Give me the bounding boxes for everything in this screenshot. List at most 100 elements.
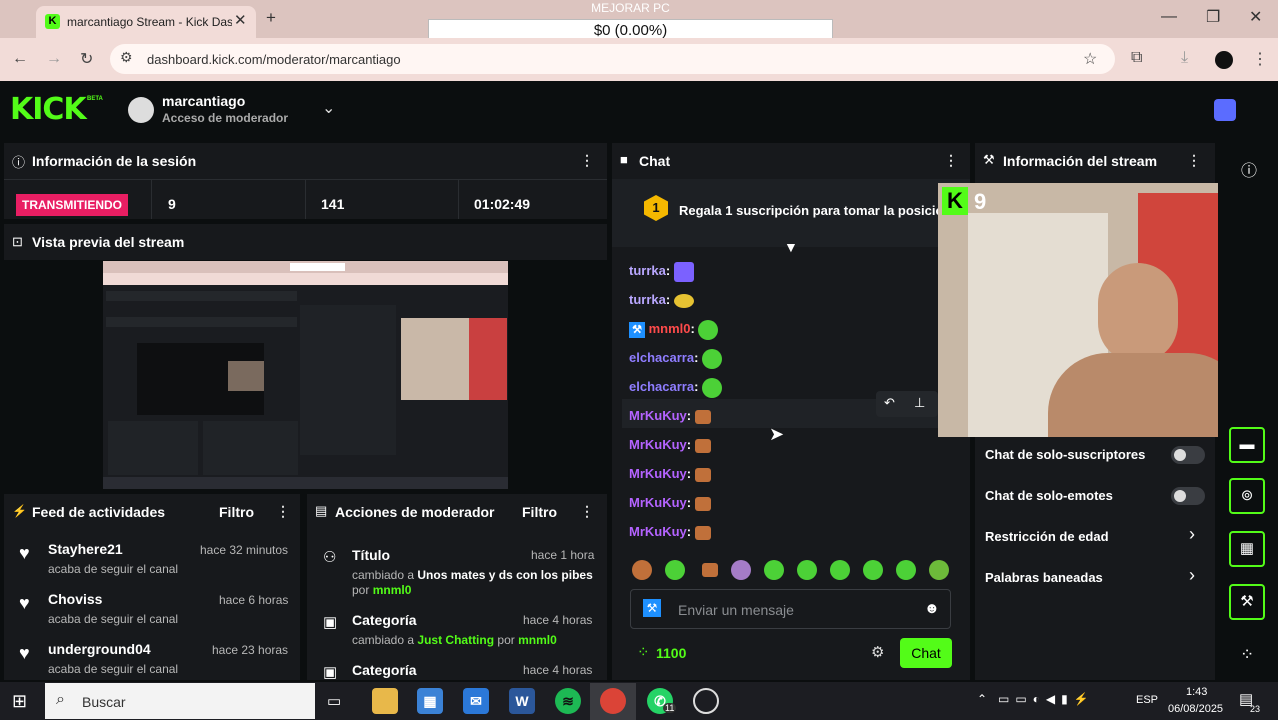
language-indicator[interactable]: ESP	[1136, 694, 1158, 706]
chat-icon[interactable]: ▬	[1229, 427, 1265, 463]
emoji-icon[interactable]: ☻	[924, 600, 940, 617]
info-icon[interactable]: ⓘ	[1241, 157, 1257, 181]
taskbar-search[interactable]: ⌕ Buscar	[45, 683, 315, 719]
reply-icon[interactable]: ↶	[884, 395, 895, 411]
settings-cluster-icon[interactable]: ⁘	[1240, 645, 1254, 665]
channel-points[interactable]: 1100	[656, 645, 686, 661]
windows-start-icon[interactable]: ⊞	[12, 691, 27, 712]
preview-icon: ⊡	[12, 234, 23, 249]
collapse-icon[interactable]: ▼	[784, 239, 798, 255]
emote-icon[interactable]	[702, 563, 718, 577]
chevron-down-icon[interactable]: ⌄	[322, 98, 335, 118]
clock-date[interactable]: 06/08/2025	[1168, 703, 1223, 715]
word-icon[interactable]: W	[509, 688, 535, 714]
mail-icon[interactable]: ✉	[463, 688, 489, 714]
chrome-icon[interactable]	[600, 688, 626, 714]
activity-list: ♥ Stayhere21 hace 32 minutos acaba de se…	[4, 530, 300, 680]
kebab-icon[interactable]: ⋮	[276, 503, 290, 520]
emote-icon[interactable]	[830, 560, 850, 580]
kebab-icon[interactable]: ⋮	[1187, 152, 1201, 169]
chat-username[interactable]: turrka	[629, 292, 666, 307]
emote-icon[interactable]	[863, 560, 883, 580]
pin-icon[interactable]: ⊥	[914, 395, 925, 411]
tray-icons[interactable]: ▭▭◐◀▮⚡	[998, 692, 1095, 706]
activity-user[interactable]: Stayhere21	[48, 541, 123, 557]
window-close-icon[interactable]: ✕	[1249, 7, 1262, 27]
browser-tab[interactable]: K marcantiago Stream - Kick Dash ✕	[36, 6, 256, 38]
chat-username[interactable]: MrKuKuy	[629, 408, 687, 423]
setting-row[interactable]: Restricción de edad ›	[975, 521, 1215, 555]
chat-username[interactable]: elchacarra	[629, 350, 694, 365]
emote-icon[interactable]	[665, 560, 685, 580]
setting-row[interactable]: Chat de solo-suscriptores	[975, 439, 1215, 473]
obs-icon[interactable]	[693, 688, 719, 714]
emote-icon	[702, 377, 723, 398]
chat-username[interactable]: MrKuKuy	[629, 495, 687, 510]
app-icon[interactable]	[1214, 99, 1236, 121]
file-explorer-icon[interactable]	[372, 688, 398, 714]
setting-row[interactable]: Chat de solo-emotes	[975, 480, 1215, 514]
bookmark-star-icon[interactable]: ☆	[1083, 49, 1097, 69]
subscribers-only-toggle[interactable]	[1171, 446, 1205, 464]
activity-user[interactable]: Choviss	[48, 591, 102, 607]
chat-username[interactable]: MrKuKuy	[629, 466, 687, 481]
setting-row[interactable]: Palabras baneadas ›	[975, 562, 1215, 596]
emote-icon	[698, 319, 719, 340]
emote-icon[interactable]	[764, 560, 784, 580]
filter-button[interactable]: Filtro	[219, 504, 254, 520]
heart-icon: ♥	[19, 593, 30, 613]
chevron-right-icon[interactable]: ›	[1189, 524, 1195, 545]
chat-username[interactable]: elchacarra	[629, 379, 694, 394]
broadcast-icon[interactable]: ⊚	[1229, 478, 1265, 514]
emote-icon	[694, 467, 711, 482]
new-tab-icon[interactable]: +	[266, 8, 276, 28]
reload-icon[interactable]: ↻	[80, 49, 93, 69]
avatar[interactable]	[128, 97, 154, 123]
store-icon[interactable]: ▦	[417, 688, 443, 714]
emote-icon[interactable]	[929, 560, 949, 580]
stream-preview-video[interactable]	[103, 261, 508, 489]
kebab-icon[interactable]: ⋮	[944, 152, 958, 169]
chat-username[interactable]: MrKuKuy	[629, 437, 687, 452]
emotes-only-toggle[interactable]	[1171, 487, 1205, 505]
tab-close-icon[interactable]: ✕	[234, 11, 247, 29]
activity-user[interactable]: underground04	[48, 641, 151, 657]
kick-logo[interactable]: KICK	[10, 95, 87, 125]
emote-icon[interactable]	[731, 560, 751, 580]
chrome-menu-icon[interactable]: ⋮	[1252, 49, 1268, 69]
wrench-icon[interactable]: ⚒	[1229, 584, 1265, 620]
extensions-icon[interactable]: ⧉	[1131, 49, 1142, 67]
chat-username[interactable]: MrKuKuy	[629, 524, 687, 539]
site-info-icon[interactable]: ⚙	[120, 49, 133, 66]
download-icon[interactable]: ⤓	[1181, 49, 1188, 67]
kebab-icon[interactable]: ⋮	[580, 152, 594, 169]
clock-time[interactable]: 1:43	[1186, 686, 1207, 698]
chat-input[interactable]: ⚒ Enviar un mensaje ☻	[630, 589, 951, 629]
pinned-gift-banner[interactable]: 1 Regala 1 suscripción para tomar la pos…	[612, 179, 970, 247]
dashboard-icon[interactable]: ▦	[1229, 531, 1265, 567]
kebab-icon[interactable]: ⋮	[580, 503, 594, 520]
filter-button[interactable]: Filtro	[522, 504, 557, 520]
minimize-icon[interactable]: —	[1161, 8, 1177, 26]
tray-chevron-icon[interactable]: ⌃	[977, 692, 987, 706]
address-bar[interactable]: ⚙ dashboard.kick.com/moderator/marcantia…	[110, 44, 1115, 74]
action-detail: cambiado a Just Chatting por mnml0	[352, 633, 557, 647]
action-user[interactable]: mnml0	[373, 583, 412, 597]
chat-username[interactable]: turrka	[629, 263, 666, 278]
gear-icon[interactable]: ⚙	[871, 643, 884, 661]
viewer-count: 9	[168, 196, 176, 212]
chat-username[interactable]: mnml0	[649, 321, 691, 336]
bolt-icon: ⚡	[12, 504, 27, 518]
chevron-right-icon[interactable]: ›	[1189, 565, 1195, 586]
action-user[interactable]: mnml0	[518, 633, 557, 647]
spotify-icon[interactable]: ≋	[555, 688, 581, 714]
task-view-icon[interactable]: ▭	[327, 692, 341, 710]
back-icon[interactable]: ←	[12, 50, 28, 68]
emote-icon[interactable]	[797, 560, 817, 580]
forward-icon[interactable]: →	[46, 50, 62, 68]
send-chat-button[interactable]: Chat	[900, 638, 952, 668]
emote-icon[interactable]	[896, 560, 916, 580]
profile-avatar[interactable]	[1215, 51, 1233, 69]
restore-icon[interactable]: ❐	[1206, 7, 1220, 27]
emote-icon[interactable]	[632, 560, 652, 580]
